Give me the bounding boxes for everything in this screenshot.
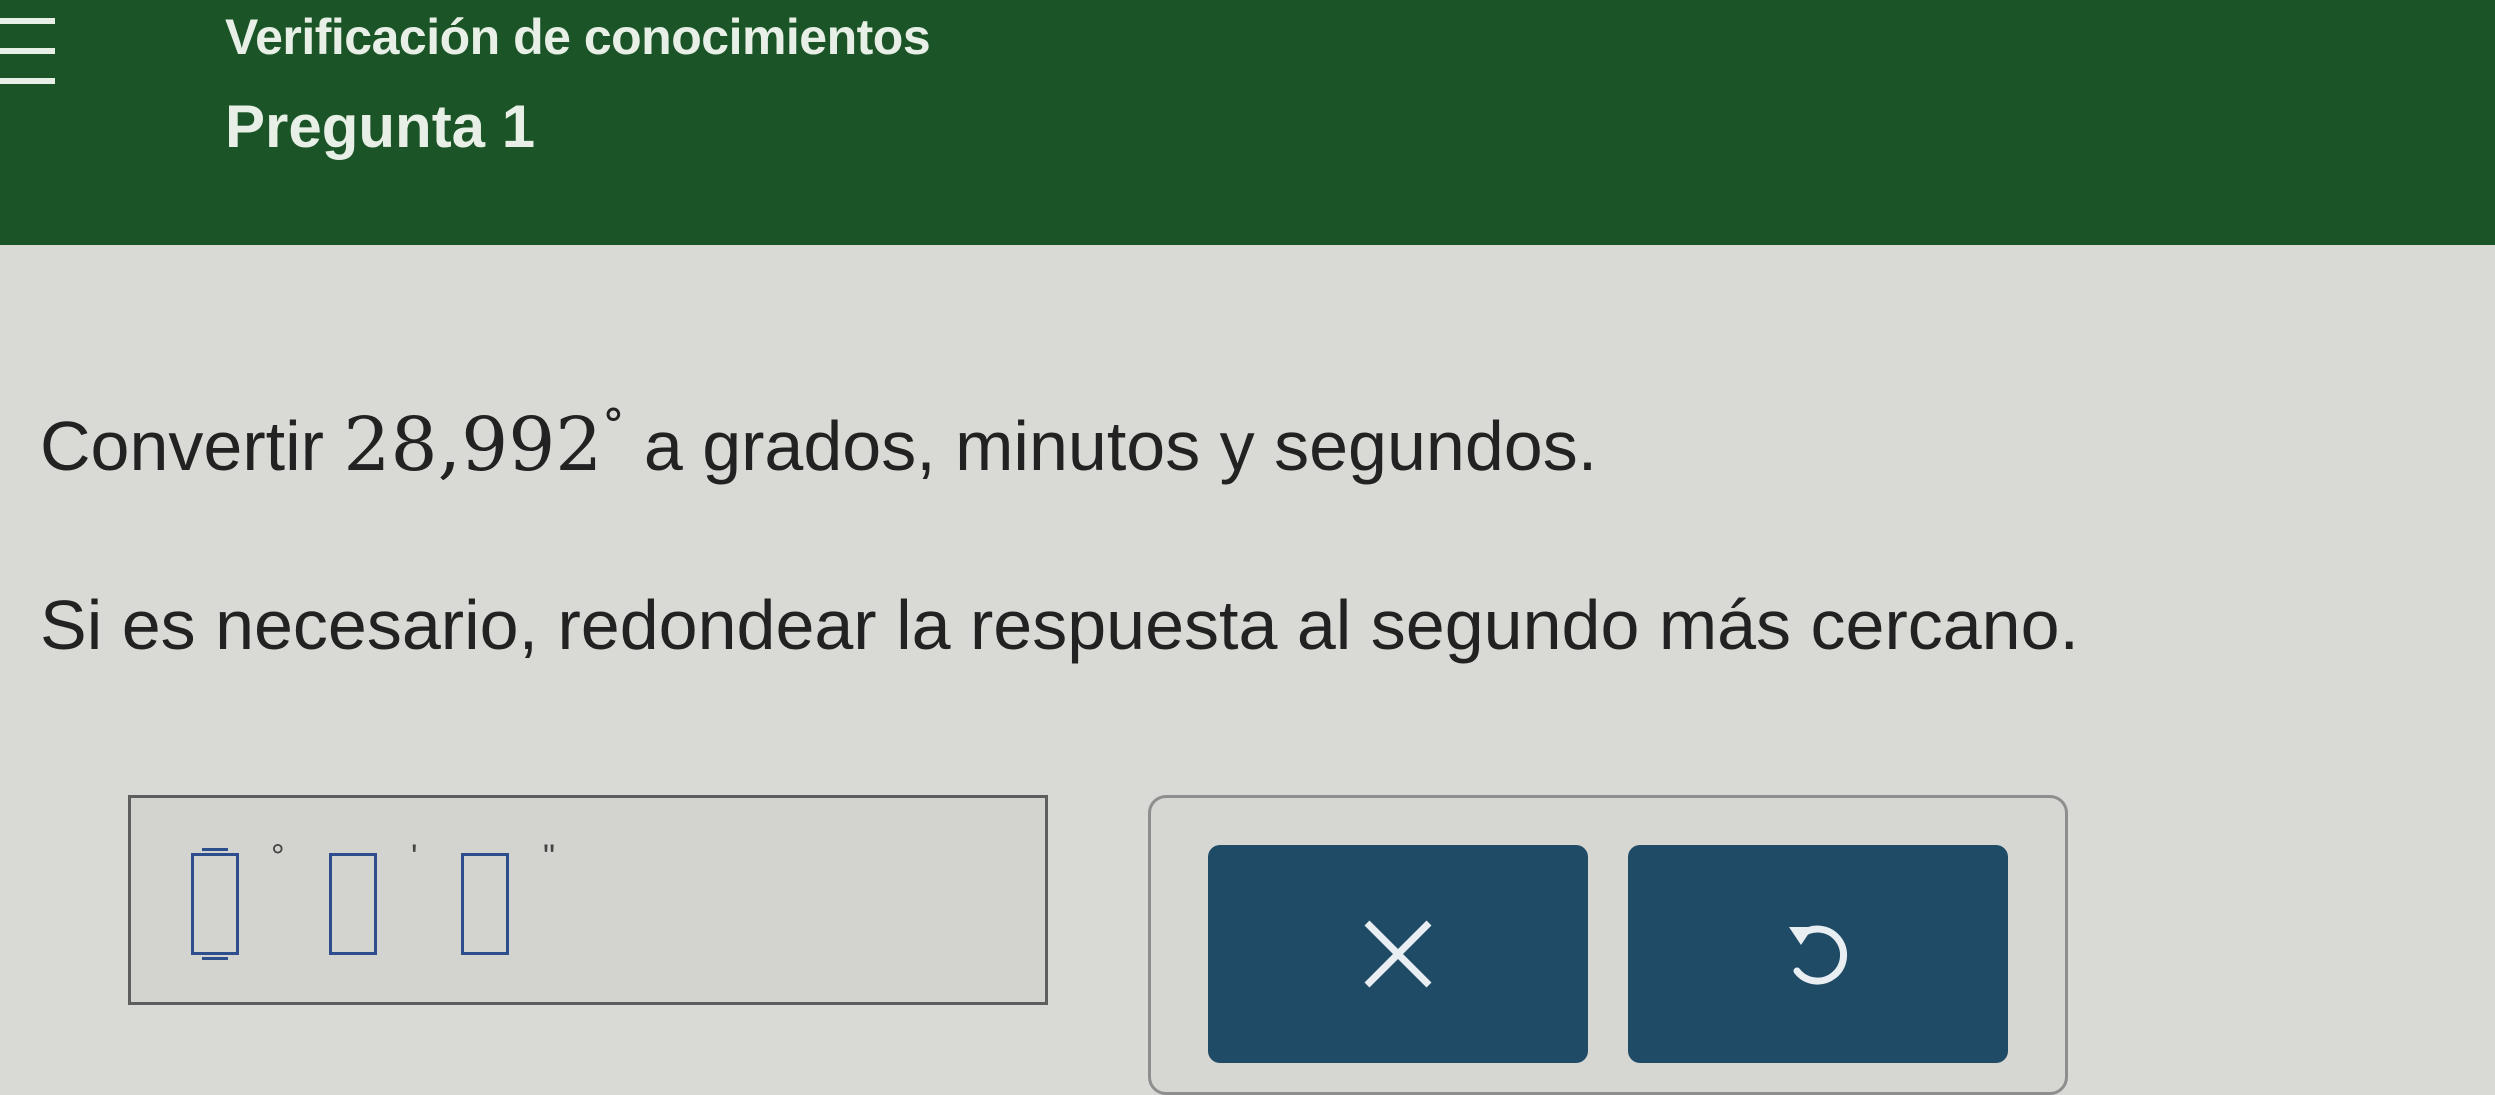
- question-suffix: a grados, minutos y segundos.: [643, 407, 1598, 485]
- minutes-input[interactable]: [329, 853, 377, 955]
- minutes-unit: ': [411, 838, 418, 876]
- x-icon: [1364, 920, 1432, 988]
- question-value: 28,992: [343, 402, 603, 488]
- seconds-input[interactable]: [461, 853, 509, 955]
- degrees-unit: °: [271, 838, 285, 876]
- hamburger-menu-icon[interactable]: [0, 18, 55, 108]
- page-title: Pregunta 1: [225, 93, 536, 160]
- clear-button[interactable]: [1208, 845, 1588, 1063]
- instruction-text: Si es necesario, redondear la respuesta …: [40, 586, 2079, 664]
- answer-input-box[interactable]: ° ' ": [128, 795, 1048, 1005]
- degrees-input[interactable]: [191, 848, 239, 960]
- seconds-unit: ": [543, 838, 556, 876]
- undo-icon: [1789, 925, 1848, 985]
- question-prefix: Convertir: [40, 407, 324, 485]
- question-text: Convertir 28,992° a grados, minutos y se…: [40, 400, 1597, 488]
- header-subtitle: Verificación de conocimientos: [225, 9, 931, 65]
- undo-button[interactable]: [1628, 845, 2008, 1063]
- question-degree-symbol: °: [602, 400, 625, 451]
- header-bar: Verificación de conocimientos Pregunta 1: [0, 0, 2495, 245]
